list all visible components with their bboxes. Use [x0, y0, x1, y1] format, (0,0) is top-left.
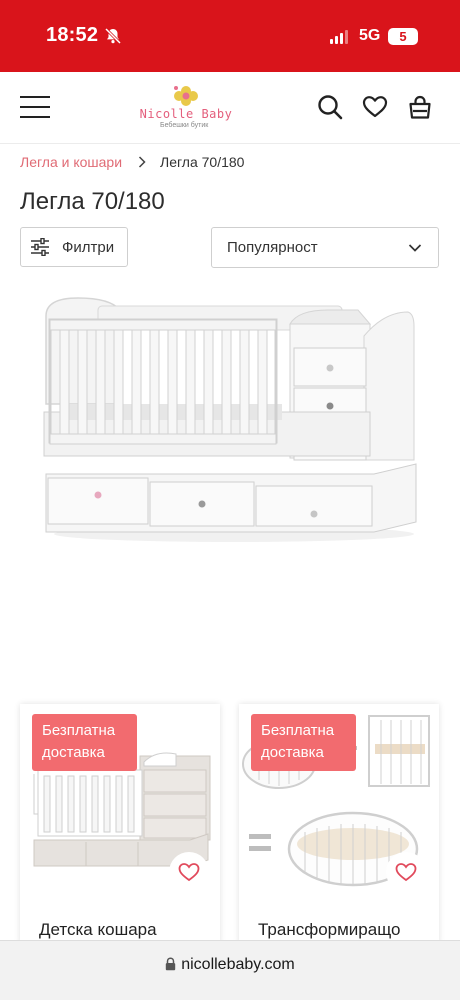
site-header: Nicolle Baby Бебешки бутик	[0, 72, 460, 144]
filter-button[interactable]: Филтри	[20, 227, 128, 267]
search-icon[interactable]	[317, 94, 343, 120]
url-display[interactable]: nicollebaby.com	[0, 956, 460, 974]
site-logo[interactable]: Nicolle Baby Бебешки бутик	[138, 85, 234, 129]
add-to-wishlist-button[interactable]	[386, 852, 426, 892]
filter-button-label: Филтри	[62, 238, 115, 256]
product-card[interactable]: Безплатна доставка Детска кошара	[20, 704, 220, 944]
signal-strength-icon	[330, 30, 348, 44]
browser-url-bar[interactable]: nicollebaby.com	[0, 940, 460, 1000]
logo-tagline: Бебешки бутик	[160, 122, 209, 129]
battery-indicator: 5	[388, 28, 418, 45]
shopping-bag-icon[interactable]	[407, 94, 433, 120]
heart-outline-icon	[178, 863, 200, 882]
hero-crib-image	[43, 297, 417, 542]
sliders-icon	[31, 238, 49, 256]
network-type: 5G	[359, 27, 381, 44]
status-bar: 18:52 5G 5	[0, 0, 460, 72]
page-title: Легла 70/180	[20, 188, 165, 215]
sort-dropdown[interactable]: Популярност	[211, 227, 439, 268]
logo-name: Nicolle Baby	[139, 107, 233, 121]
hamburger-menu-icon[interactable]	[20, 96, 50, 120]
product-title[interactable]: Детска кошара	[39, 920, 157, 940]
lock-icon	[166, 957, 176, 971]
breadcrumb: Легла и кошари Легла 70/180	[20, 154, 244, 170]
bell-slash-icon	[104, 27, 122, 45]
status-time: 18:52	[46, 24, 99, 46]
heart-icon[interactable]	[362, 94, 388, 120]
sort-selected-value: Популярност	[227, 239, 318, 256]
url-text: nicollebaby.com	[181, 956, 295, 973]
product-title[interactable]: Трансформиращо	[258, 920, 400, 940]
flower-logo-icon	[174, 86, 198, 106]
free-delivery-badge: Безплатна доставка	[32, 714, 137, 771]
breadcrumb-link-parent[interactable]: Легла и кошари	[20, 154, 122, 170]
product-card[interactable]: Безплатна доставка Трансформиращо	[239, 704, 439, 944]
free-delivery-badge: Безплатна доставка	[251, 714, 356, 771]
add-to-wishlist-button[interactable]	[169, 852, 209, 892]
chevron-down-icon	[408, 244, 422, 252]
heart-outline-icon	[395, 863, 417, 882]
breadcrumb-current: Легла 70/180	[160, 154, 245, 170]
chevron-right-icon	[139, 156, 146, 168]
